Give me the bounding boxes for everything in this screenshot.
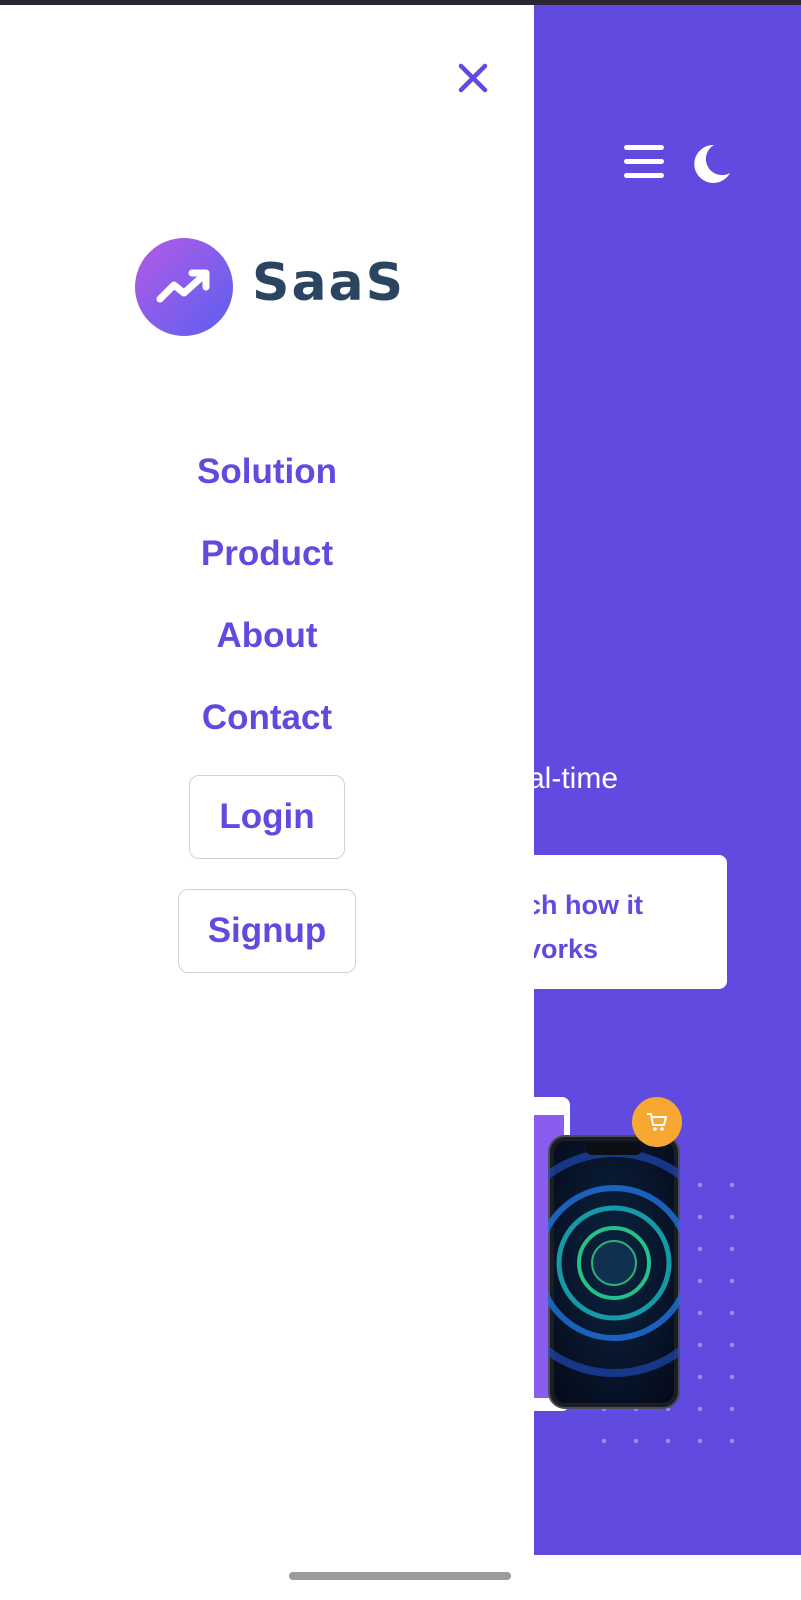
home-indicator[interactable] <box>289 1572 511 1580</box>
cart-icon <box>632 1097 682 1147</box>
login-button[interactable]: Login <box>189 775 345 859</box>
watch-how-it-works-button[interactable]: ch how it vorks <box>534 855 727 989</box>
nav-link-about[interactable]: About <box>0 616 534 656</box>
hero-subtitle: al-time <box>534 762 619 795</box>
watch-label-line-2: vorks <box>534 934 599 964</box>
hero-section: al-time ch how it vorks <box>534 5 801 1555</box>
watch-label-line-1: ch how it <box>534 890 643 920</box>
nav-link-solution[interactable]: Solution <box>0 452 534 492</box>
watch-button-label: ch how it vorks <box>534 883 714 971</box>
trending-up-icon <box>135 238 233 336</box>
moon-icon[interactable] <box>692 143 732 185</box>
signup-button[interactable]: Signup <box>178 889 356 973</box>
smartphone-illustration <box>548 1135 680 1409</box>
hamburger-menu-icon[interactable] <box>624 145 664 181</box>
navigation-drawer: SaaS Solution Product About Contact Logi… <box>0 5 534 1600</box>
brand-logo[interactable]: SaaS <box>134 237 414 337</box>
nav-link-product[interactable]: Product <box>0 534 534 574</box>
nav-link-contact[interactable]: Contact <box>0 698 534 738</box>
brand-name: SaaS <box>252 253 406 313</box>
close-icon[interactable] <box>455 60 491 96</box>
